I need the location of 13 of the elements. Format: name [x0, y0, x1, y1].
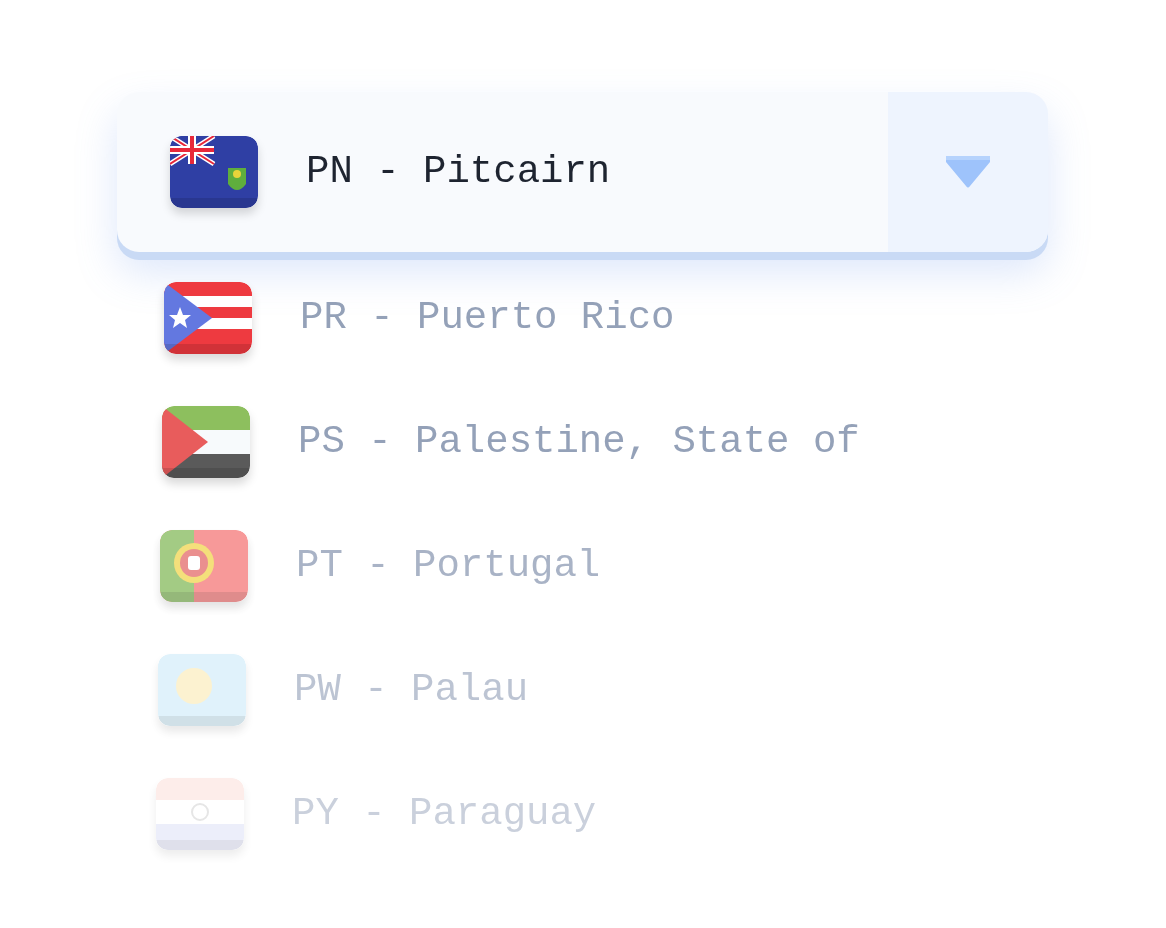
dropdown-toggle[interactable] — [888, 92, 1048, 252]
flag-icon — [162, 406, 250, 478]
country-option[interactable]: PW - Palau — [294, 660, 529, 720]
flag-icon — [170, 136, 258, 208]
country-option[interactable]: PT - Portugal — [296, 536, 601, 596]
flag-icon — [160, 530, 248, 602]
flag-icon — [158, 654, 246, 726]
selected-country: PN - Pitcairn — [306, 148, 611, 196]
flag-icon — [156, 778, 244, 850]
caret-icon — [944, 154, 992, 190]
country-option[interactable]: PS - Palestine, State of — [298, 412, 860, 472]
flag-icon — [164, 282, 252, 354]
country-option[interactable]: PR - Puerto Rico — [300, 288, 675, 348]
